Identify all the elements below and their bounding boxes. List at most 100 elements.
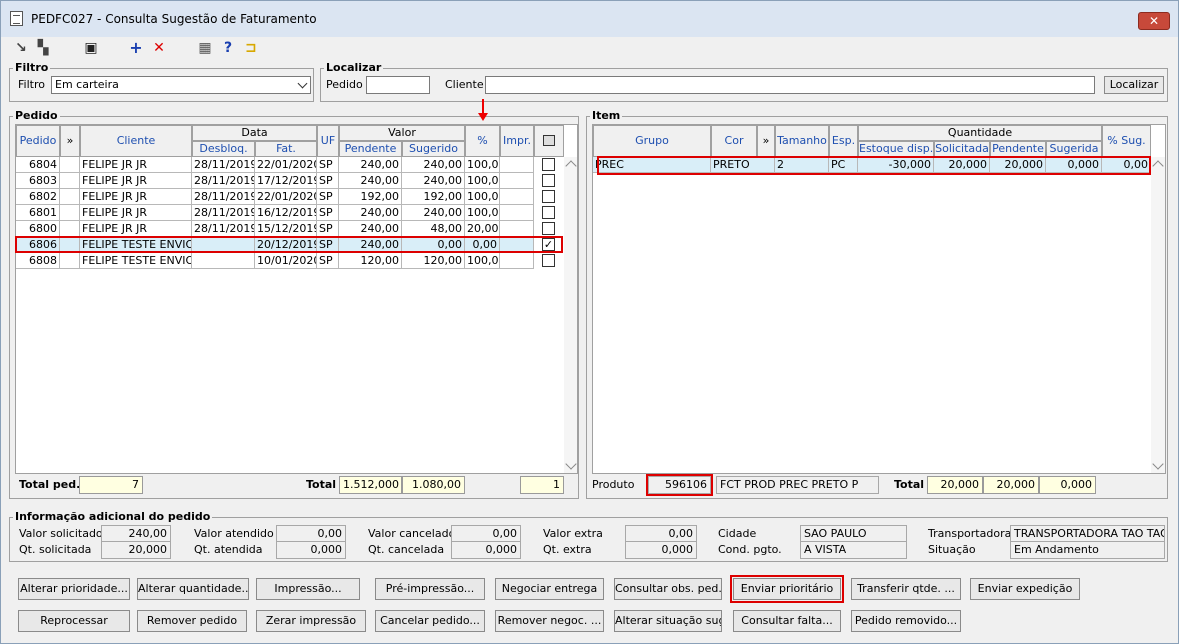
pedido-cell-blank[interactable] [60, 221, 80, 237]
col-select-all[interactable] [534, 125, 564, 157]
pedido-cell-uf[interactable]: SP [317, 221, 339, 237]
pedido-cell-fat[interactable]: 10/01/2020 [255, 253, 317, 269]
pedido-cell-sugerido[interactable]: 240,00 [402, 157, 465, 173]
alterar-quantidade-button[interactable]: Alterar quantidade... [137, 578, 249, 600]
exit-icon[interactable]: ⊐ [243, 40, 259, 56]
pedido-cell-pendente[interactable]: 240,00 [339, 205, 402, 221]
consultar-obs-button[interactable]: Consultar obs. ped... [614, 578, 722, 600]
pedido-cell-uf[interactable]: SP [317, 173, 339, 189]
zerar-impressao-button[interactable]: Zerar impressão [256, 610, 366, 632]
pedido-cell-blank[interactable] [500, 237, 534, 253]
col-sugerido[interactable]: Sugerido [402, 141, 465, 157]
pedido-cell-blank[interactable] [500, 189, 534, 205]
pedido-cell-pct[interactable]: 20,00 [465, 221, 500, 237]
pedido-cell-pedido[interactable]: 6803 [16, 173, 60, 189]
item-cell-pct_sug[interactable]: 0,00 [1102, 157, 1151, 173]
print-checkbox[interactable] [542, 174, 555, 187]
pedido-cell-uf[interactable]: SP [317, 189, 339, 205]
pedido-cell-pct[interactable]: 100,00 [465, 253, 500, 269]
pedido-cell-blank[interactable] [60, 173, 80, 189]
negociar-entrega-button[interactable]: Negociar entrega [495, 578, 604, 600]
col-cor[interactable]: Cor [711, 125, 757, 157]
col-grupo[interactable]: Grupo [593, 125, 711, 157]
pedido-cell-blank[interactable] [60, 205, 80, 221]
alterar-situacao-button[interactable]: Alterar situação sug. [614, 610, 722, 632]
col-solicitada[interactable]: Solicitada [934, 141, 990, 157]
col-cliente[interactable]: Cliente [80, 125, 192, 157]
pedido-search-input[interactable] [366, 76, 430, 94]
pedido-cell-sugerido[interactable]: 240,00 [402, 173, 465, 189]
item-cell-pendente[interactable]: 20,000 [990, 157, 1046, 173]
col-impr[interactable]: Impr. [500, 125, 534, 157]
col-expand[interactable]: » [60, 125, 80, 157]
col-pct[interactable]: % [465, 125, 500, 157]
item-cell-sugerida[interactable]: 0,000 [1046, 157, 1102, 173]
pedido-cell-cliente[interactable]: FELIPE TESTE ENVIO O [80, 237, 192, 253]
enviar-prioritario-button[interactable]: Enviar prioritário [730, 575, 844, 603]
pedido-cell-uf[interactable]: SP [317, 205, 339, 221]
pedido-cell-fat[interactable]: 15/12/2019 [255, 221, 317, 237]
save-icon[interactable]: ▣ [83, 40, 99, 56]
cancelar-pedido-button[interactable]: Cancelar pedido... [375, 610, 485, 632]
item-cell-tamanho[interactable]: 2 [775, 157, 829, 173]
print-checkbox[interactable] [542, 158, 555, 171]
pedido-cell-pct[interactable]: 100,00 [465, 157, 500, 173]
pedido-cell-blank[interactable] [500, 157, 534, 173]
delete-icon[interactable]: ✕ [151, 40, 167, 56]
help-icon[interactable]: ? [220, 40, 236, 56]
pedido-cell-desbloq[interactable]: 28/11/2019 [192, 173, 255, 189]
close-button[interactable]: ✕ [1138, 12, 1170, 30]
pedido-cell-pedido[interactable]: 6808 [16, 253, 60, 269]
transferir-qtde-button[interactable]: Transferir qtde. ... [851, 578, 961, 600]
pedido-cell-pendente[interactable]: 192,00 [339, 189, 402, 205]
pedido-cell-uf[interactable]: SP [317, 237, 339, 253]
pedido-cell-fat[interactable]: 22/01/2020 [255, 157, 317, 173]
item-cell-solicitada[interactable]: 20,000 [934, 157, 990, 173]
pedido-cell-sugerido[interactable]: 192,00 [402, 189, 465, 205]
pedido-cell-fat[interactable]: 22/01/2020 [255, 189, 317, 205]
col-sugerida[interactable]: Sugerida [1046, 141, 1102, 157]
pedido-cell-desbloq[interactable] [192, 237, 255, 253]
pedido-cell-blank[interactable] [60, 237, 80, 253]
pedido-cell-fat[interactable]: 20/12/2019 [255, 237, 317, 253]
item-cell-cor[interactable]: PRETO [711, 157, 775, 173]
add-icon[interactable]: + [128, 40, 144, 56]
col-item-expand[interactable]: » [757, 125, 775, 157]
pedido-cell-pedido[interactable]: 6804 [16, 157, 60, 173]
arrow-next-icon[interactable]: ↘ [13, 40, 29, 56]
pedido-cell-cliente[interactable]: FELIPE JR JR [80, 221, 192, 237]
remover-negoc-button[interactable]: Remover negoc. ... [495, 610, 604, 632]
col-tamanho[interactable]: Tamanho [775, 125, 829, 157]
pedido-cell-sugerido[interactable]: 120,00 [402, 253, 465, 269]
col-esp[interactable]: Esp. [829, 125, 858, 157]
pedido-cell-blank[interactable] [60, 157, 80, 173]
pedido-cell-sugerido[interactable]: 0,00 [402, 237, 465, 253]
pedido-cell-desbloq[interactable]: 28/11/2019 [192, 221, 255, 237]
print-checkbox[interactable] [542, 254, 555, 267]
consultar-falta-button[interactable]: Consultar falta... [733, 610, 841, 632]
pedido-cell-cliente[interactable]: FELIPE TESTE ENVIO O [80, 253, 192, 269]
col-uf[interactable]: UF [317, 125, 339, 157]
col-estoque[interactable]: Estoque disp. [858, 141, 934, 157]
item-cell-grupo[interactable]: PREC [593, 157, 711, 173]
item-cell-estoque[interactable]: -30,000 [858, 157, 934, 173]
col-pedido[interactable]: Pedido [16, 125, 60, 157]
pedido-cell-pendente[interactable]: 120,00 [339, 253, 402, 269]
copy-icon[interactable]: ▚ [35, 40, 51, 56]
pedido-cell-desbloq[interactable] [192, 253, 255, 269]
enviar-expedicao-button[interactable]: Enviar expedição [970, 578, 1080, 600]
pedido-cell-pendente[interactable]: 240,00 [339, 221, 402, 237]
pedido-cell-pendente[interactable]: 240,00 [339, 157, 402, 173]
pedido-cell-pedido[interactable]: 6800 [16, 221, 60, 237]
pedido-cell-fat[interactable]: 17/12/2019 [255, 173, 317, 189]
pedido-cell-blank[interactable] [500, 221, 534, 237]
alterar-prioridade-button[interactable]: Alterar prioridade... [18, 578, 130, 600]
filtro-select[interactable]: Em carteira [51, 76, 311, 94]
pedido-cell-pct[interactable]: 100,00 [465, 173, 500, 189]
col-pendente[interactable]: Pendente [339, 141, 402, 157]
pedido-cell-pct[interactable]: 100,00 [465, 205, 500, 221]
cliente-search-input[interactable] [485, 76, 1095, 94]
pedido-cell-desbloq[interactable]: 28/11/2019 [192, 189, 255, 205]
pedido-cell-desbloq[interactable]: 28/11/2019 [192, 157, 255, 173]
print-checkbox[interactable]: ✓ [542, 238, 555, 251]
